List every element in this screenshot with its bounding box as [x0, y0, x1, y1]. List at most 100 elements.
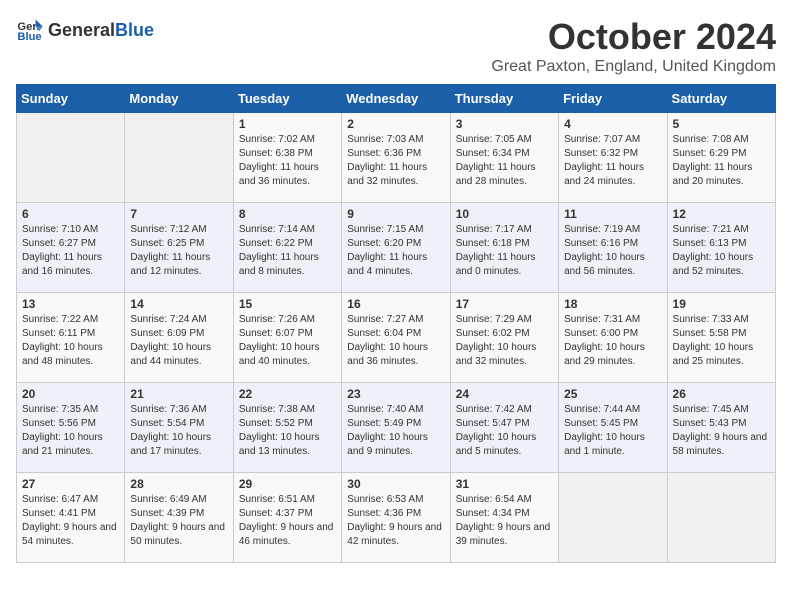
svg-text:Blue: Blue — [17, 31, 41, 43]
calendar-cell: 8 Sunrise: 7:14 AM Sunset: 6:22 PM Daylig… — [233, 203, 341, 293]
calendar-week-row: 20 Sunrise: 7:35 AM Sunset: 5:56 PM Dayli… — [17, 383, 776, 473]
cell-info: Sunrise: 6:51 AM Sunset: 4:37 PM Dayligh… — [239, 493, 336, 549]
calendar-cell — [559, 473, 667, 563]
day-number: 25 — [564, 387, 661, 401]
day-number: 31 — [456, 477, 553, 491]
cell-info: Sunrise: 7:03 AM Sunset: 6:36 PM Dayligh… — [347, 133, 444, 189]
calendar-week-row: 1 Sunrise: 7:02 AM Sunset: 6:38 PM Daylig… — [17, 113, 776, 203]
calendar-cell: 17Sunrise: 7:29 AM Sunset: 6:02 PM Dayli… — [450, 293, 558, 383]
logo-text-blue: Blue — [115, 20, 154, 40]
day-number: 6 — [22, 207, 119, 221]
day-number: 4 — [564, 117, 661, 131]
day-number: 23 — [347, 387, 444, 401]
cell-info: Sunrise: 7:17 AM Sunset: 6:18 PM Dayligh… — [456, 223, 553, 279]
calendar-cell — [17, 113, 125, 203]
calendar-cell — [125, 113, 233, 203]
cell-info: Sunrise: 7:07 AM Sunset: 6:32 PM Dayligh… — [564, 133, 661, 189]
day-number: 5 — [673, 117, 770, 131]
calendar-cell: 14 Sunrise: 7:24 AM Sunset: 6:09 PM Dayli… — [125, 293, 233, 383]
day-number: 19 — [673, 297, 770, 311]
calendar-cell: 26 Sunrise: 7:45 AM Sunset: 5:43 PM Dayli… — [667, 383, 775, 473]
calendar-cell: 16Sunrise: 7:27 AM Sunset: 6:04 PM Dayli… — [342, 293, 450, 383]
cell-info: Sunrise: 7:15 AM Sunset: 6:20 PM Dayligh… — [347, 223, 444, 279]
day-number: 24 — [456, 387, 553, 401]
logo: Gen Blue GeneralBlue — [16, 16, 154, 44]
calendar-cell: 13 Sunrise: 7:22 AM Sunset: 6:11 PM Dayli… — [17, 293, 125, 383]
day-number: 26 — [673, 387, 770, 401]
cell-info: Sunrise: 6:53 AM Sunset: 4:36 PM Dayligh… — [347, 493, 444, 549]
cell-info: Sunrise: 7:10 AM Sunset: 6:27 PM Dayligh… — [22, 223, 119, 279]
calendar-cell: 7 Sunrise: 7:12 AM Sunset: 6:25 PM Daylig… — [125, 203, 233, 293]
day-number: 3 — [456, 117, 553, 131]
cell-info: Sunrise: 7:14 AM Sunset: 6:22 PM Dayligh… — [239, 223, 336, 279]
cell-info: Sunrise: 7:45 AM Sunset: 5:43 PM Dayligh… — [673, 403, 770, 459]
cell-info: Sunrise: 7:40 AM Sunset: 5:49 PM Dayligh… — [347, 403, 444, 459]
cell-info: Sunrise: 7:19 AM Sunset: 6:16 PM Dayligh… — [564, 223, 661, 279]
day-number: 9 — [347, 207, 444, 221]
calendar-week-row: 13 Sunrise: 7:22 AM Sunset: 6:11 PM Dayli… — [17, 293, 776, 383]
calendar-cell: 5Sunrise: 7:08 AM Sunset: 6:29 PM Daylig… — [667, 113, 775, 203]
calendar-cell: 9 Sunrise: 7:15 AM Sunset: 6:20 PM Daylig… — [342, 203, 450, 293]
day-header-saturday: Saturday — [667, 85, 775, 113]
calendar-table: SundayMondayTuesdayWednesdayThursdayFrid… — [16, 84, 776, 563]
day-header-monday: Monday — [125, 85, 233, 113]
cell-info: Sunrise: 7:35 AM Sunset: 5:56 PM Dayligh… — [22, 403, 119, 459]
day-header-tuesday: Tuesday — [233, 85, 341, 113]
calendar-cell: 1 Sunrise: 7:02 AM Sunset: 6:38 PM Daylig… — [233, 113, 341, 203]
day-header-friday: Friday — [559, 85, 667, 113]
header: Gen Blue GeneralBlue October 2024 Great … — [16, 16, 776, 76]
day-number: 27 — [22, 477, 119, 491]
location-title: Great Paxton, England, United Kingdom — [491, 58, 776, 76]
day-number: 7 — [130, 207, 227, 221]
cell-info: Sunrise: 7:05 AM Sunset: 6:34 PM Dayligh… — [456, 133, 553, 189]
day-number: 8 — [239, 207, 336, 221]
calendar-cell: 21Sunrise: 7:36 AM Sunset: 5:54 PM Dayli… — [125, 383, 233, 473]
cell-info: Sunrise: 7:21 AM Sunset: 6:13 PM Dayligh… — [673, 223, 770, 279]
calendar-cell: 27 Sunrise: 6:47 AM Sunset: 4:41 PM Dayli… — [17, 473, 125, 563]
day-number: 13 — [22, 297, 119, 311]
calendar-cell: 19Sunrise: 7:33 AM Sunset: 5:58 PM Dayli… — [667, 293, 775, 383]
calendar-cell: 18 Sunrise: 7:31 AM Sunset: 6:00 PM Dayli… — [559, 293, 667, 383]
day-number: 1 — [239, 117, 336, 131]
cell-info: Sunrise: 7:31 AM Sunset: 6:00 PM Dayligh… — [564, 313, 661, 369]
calendar-cell: 12 Sunrise: 7:21 AM Sunset: 6:13 PM Dayli… — [667, 203, 775, 293]
cell-info: Sunrise: 7:24 AM Sunset: 6:09 PM Dayligh… — [130, 313, 227, 369]
calendar-cell: 15Sunrise: 7:26 AM Sunset: 6:07 PM Dayli… — [233, 293, 341, 383]
cell-info: Sunrise: 7:38 AM Sunset: 5:52 PM Dayligh… — [239, 403, 336, 459]
calendar-header-row: SundayMondayTuesdayWednesdayThursdayFrid… — [17, 85, 776, 113]
day-number: 10 — [456, 207, 553, 221]
day-number: 29 — [239, 477, 336, 491]
calendar-cell: 22 Sunrise: 7:38 AM Sunset: 5:52 PM Dayli… — [233, 383, 341, 473]
cell-info: Sunrise: 7:12 AM Sunset: 6:25 PM Dayligh… — [130, 223, 227, 279]
cell-info: Sunrise: 7:02 AM Sunset: 6:38 PM Dayligh… — [239, 133, 336, 189]
day-header-wednesday: Wednesday — [342, 85, 450, 113]
cell-info: Sunrise: 7:22 AM Sunset: 6:11 PM Dayligh… — [22, 313, 119, 369]
calendar-cell: 29 Sunrise: 6:51 AM Sunset: 4:37 PM Dayli… — [233, 473, 341, 563]
calendar-cell: 10 Sunrise: 7:17 AM Sunset: 6:18 PM Dayli… — [450, 203, 558, 293]
day-number: 18 — [564, 297, 661, 311]
day-number: 12 — [673, 207, 770, 221]
calendar-week-row: 27 Sunrise: 6:47 AM Sunset: 4:41 PM Dayli… — [17, 473, 776, 563]
calendar-cell: 23 Sunrise: 7:40 AM Sunset: 5:49 PM Dayli… — [342, 383, 450, 473]
calendar-cell: 24Sunrise: 7:42 AM Sunset: 5:47 PM Dayli… — [450, 383, 558, 473]
calendar-cell: 30Sunrise: 6:53 AM Sunset: 4:36 PM Dayli… — [342, 473, 450, 563]
day-header-thursday: Thursday — [450, 85, 558, 113]
logo-icon: Gen Blue — [16, 16, 44, 44]
day-number: 22 — [239, 387, 336, 401]
calendar-cell: 4 Sunrise: 7:07 AM Sunset: 6:32 PM Daylig… — [559, 113, 667, 203]
logo-text-general: General — [48, 20, 115, 40]
cell-info: Sunrise: 7:29 AM Sunset: 6:02 PM Dayligh… — [456, 313, 553, 369]
calendar-cell: 3 Sunrise: 7:05 AM Sunset: 6:34 PM Daylig… — [450, 113, 558, 203]
calendar-week-row: 6 Sunrise: 7:10 AM Sunset: 6:27 PM Daylig… — [17, 203, 776, 293]
day-number: 16 — [347, 297, 444, 311]
calendar-cell: 20 Sunrise: 7:35 AM Sunset: 5:56 PM Dayli… — [17, 383, 125, 473]
day-number: 14 — [130, 297, 227, 311]
title-area: October 2024 Great Paxton, England, Unit… — [491, 16, 776, 76]
day-number: 28 — [130, 477, 227, 491]
cell-info: Sunrise: 7:26 AM Sunset: 6:07 PM Dayligh… — [239, 313, 336, 369]
day-number: 20 — [22, 387, 119, 401]
cell-info: Sunrise: 6:47 AM Sunset: 4:41 PM Dayligh… — [22, 493, 119, 549]
month-title: October 2024 — [491, 16, 776, 58]
cell-info: Sunrise: 7:36 AM Sunset: 5:54 PM Dayligh… — [130, 403, 227, 459]
calendar-cell: 31Sunrise: 6:54 AM Sunset: 4:34 PM Dayli… — [450, 473, 558, 563]
